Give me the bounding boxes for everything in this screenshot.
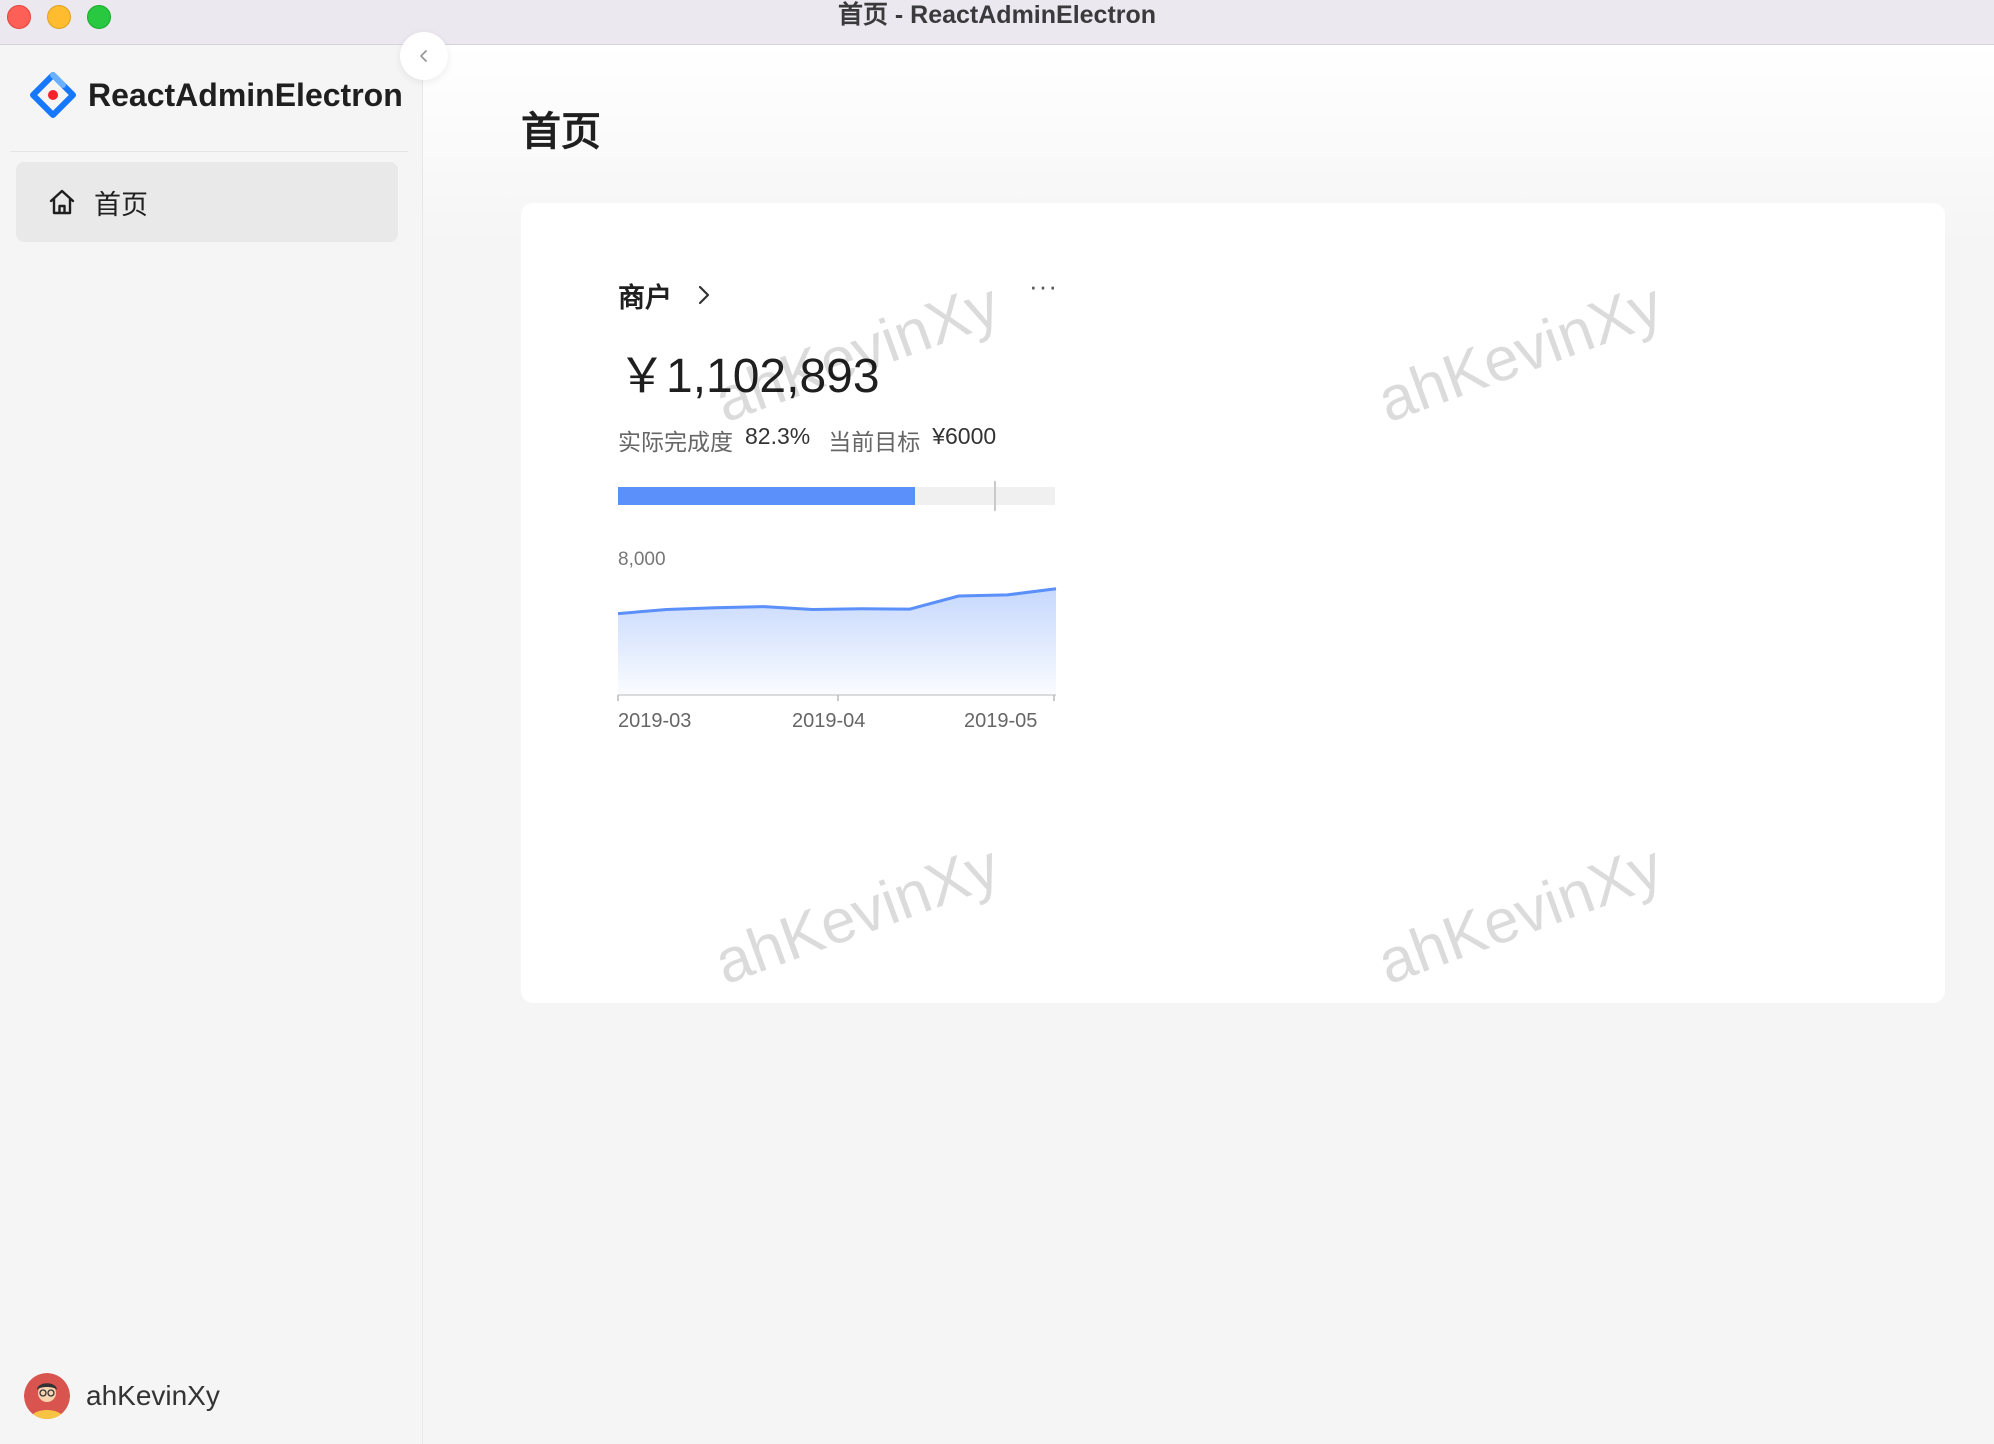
stat-title[interactable]: 商户 [618, 276, 672, 315]
stat-amount: ￥1,102,893 [618, 350, 880, 403]
x-axis-tick-label: 2019-04 [792, 710, 865, 732]
user-name: ahKevinXy [86, 1380, 220, 1411]
user-profile[interactable]: ahKevinXy [24, 1373, 220, 1419]
completion-label: 实际完成度 [618, 429, 733, 455]
app-window: 首页 - ReactAdminElectron ReactAdminElectr… [0, 0, 1994, 1444]
sidebar-item-home[interactable]: 首页 [16, 162, 398, 242]
window-title: 首页 - ReactAdminElectron [837, 1, 1157, 29]
target-value: ¥6000 [932, 423, 997, 449]
main-content: 首页 商户 ··· ￥1,102,893 实际完成度 82.3% 当前目标 ¥6… [423, 45, 1994, 1444]
avatar [24, 1373, 70, 1419]
trend-chart: 8,000 2019-03 2019-04 2019-05 [617, 535, 1058, 735]
brand[interactable]: ReactAdminElectron [30, 72, 403, 118]
chevron-left-icon [420, 50, 427, 62]
completion-value: 82.3% [745, 423, 811, 449]
stat-header: 商户 ··· [618, 273, 1058, 317]
more-icon[interactable]: ··· [1029, 273, 1058, 299]
target-label: 当前目标 [828, 429, 921, 455]
sidebar-item-label: 首页 [94, 189, 148, 220]
trend-chart-svg: 8,000 2019-03 2019-04 2019-05 [617, 549, 1057, 732]
progress-fill [618, 487, 916, 505]
chevron-right-icon[interactable] [692, 283, 716, 307]
logo-icon [30, 72, 76, 118]
progress-target-marker [993, 481, 996, 511]
x-axis-tick-label: 2019-03 [618, 710, 691, 732]
stat-card: 商户 ··· ￥1,102,893 实际完成度 82.3% 当前目标 ¥6000 [521, 203, 1945, 1003]
page-title: 首页 [521, 110, 601, 154]
collapse-sidebar-button[interactable] [400, 32, 448, 80]
merchant-statistic: 商户 ··· ￥1,102,893 实际完成度 82.3% 当前目标 ¥6000 [617, 273, 1058, 735]
brand-name: ReactAdminElectron [88, 76, 403, 113]
x-axis-tick-label: 2019-05 [964, 710, 1037, 732]
stat-details: 实际完成度 82.3% 当前目标 ¥6000 [618, 423, 1058, 457]
title-bar: 首页 - ReactAdminElectron [0, 0, 1994, 45]
home-icon [46, 186, 78, 218]
area-fill [618, 588, 1056, 695]
y-axis-tick-label: 8,000 [618, 549, 666, 570]
sidebar-divider [10, 151, 408, 152]
sidebar: ReactAdminElectron 首页 ahKevinXy [0, 45, 423, 1444]
progress-bar [618, 481, 1055, 511]
